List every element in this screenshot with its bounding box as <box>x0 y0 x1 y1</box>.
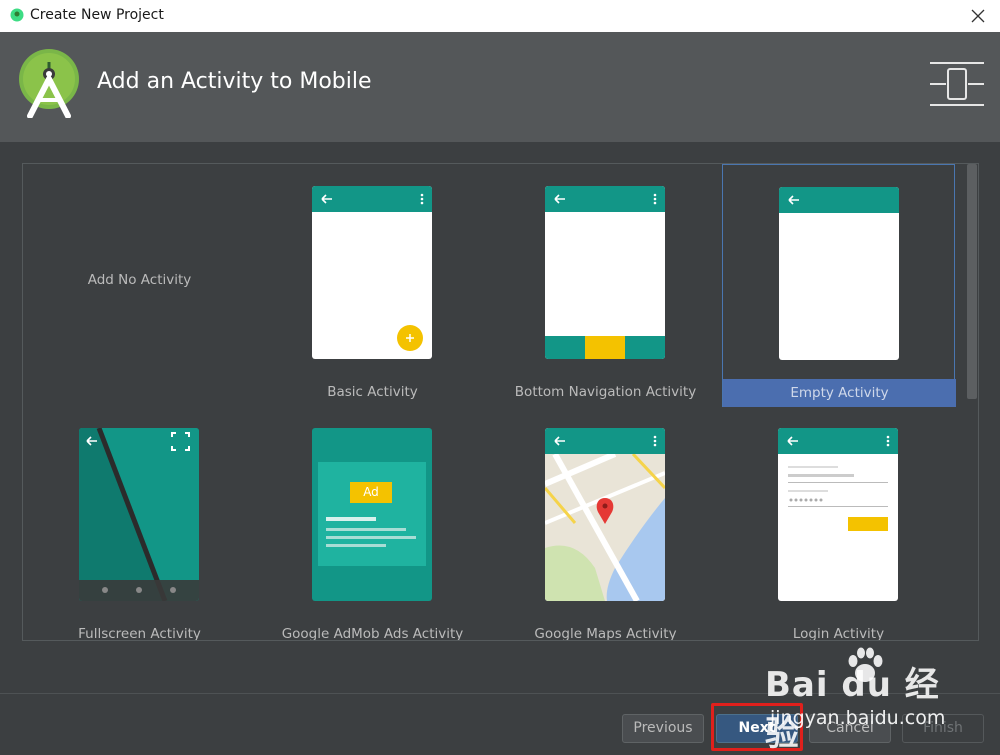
tile-label: Basic Activity <box>327 384 418 400</box>
fullscreen-mock-graphic <box>79 428 199 601</box>
ad-badge: Ad <box>350 482 392 503</box>
app-bar <box>545 186 665 212</box>
footer-divider <box>0 693 1000 694</box>
phone-device-icon <box>930 62 984 106</box>
create-project-dialog: Create New Project Add an Activity to Mo… <box>0 0 1000 755</box>
login-form-graphic <box>788 466 888 531</box>
finish-button[interactable]: Finish <box>902 714 984 743</box>
fab-add-icon <box>397 325 423 351</box>
tile-label: Add No Activity <box>87 272 192 288</box>
cancel-button[interactable]: Cancel <box>809 714 891 743</box>
app-bar <box>312 186 432 212</box>
tile-label: Fullscreen Activity <box>78 626 201 641</box>
next-button[interactable]: Next <box>716 714 798 743</box>
previous-button[interactable]: Previous <box>622 714 704 743</box>
admob-preview: Ad <box>312 428 432 601</box>
tile-fullscreen-activity[interactable]: Fullscreen Activity <box>23 406 256 641</box>
tile-login-activity[interactable]: Login Activity <box>722 406 955 641</box>
tile-label: Bottom Navigation Activity <box>514 384 697 400</box>
tile-label: Empty Activity <box>723 379 956 407</box>
empty-activity-preview <box>779 187 899 360</box>
map-graphic <box>545 428 665 601</box>
tile-empty-activity[interactable]: Empty Activity <box>722 164 956 407</box>
close-icon[interactable] <box>966 4 990 28</box>
tile-label: Google Maps Activity <box>534 626 677 641</box>
app-bar <box>779 187 899 213</box>
bottom-navigation-bar <box>545 336 665 359</box>
window-title: Create New Project <box>30 7 164 23</box>
back-arrow-icon <box>321 193 424 205</box>
back-arrow-icon <box>554 193 657 205</box>
tile-admob-activity[interactable]: Ad Google AdMob Ads Activity <box>256 406 489 641</box>
fullscreen-preview <box>79 428 199 601</box>
ad-card: Ad <box>318 462 426 566</box>
back-arrow-icon <box>788 195 799 205</box>
window-titlebar: Create New Project <box>0 0 1000 32</box>
tile-add-no-activity[interactable]: Add No Activity <box>23 164 256 407</box>
wizard-header: Add an Activity to Mobile <box>0 32 1000 142</box>
paw-icon <box>848 647 883 682</box>
basic-activity-preview <box>312 186 432 359</box>
activity-gallery[interactable]: Add No Activity Basic Activity Bottom Na… <box>22 163 979 641</box>
tile-label: Google AdMob Ads Activity <box>281 626 464 641</box>
login-preview <box>778 428 898 601</box>
maps-preview <box>545 428 665 601</box>
tile-basic-activity[interactable]: Basic Activity <box>256 164 489 407</box>
tile-label: Login Activity <box>792 626 885 641</box>
tile-google-maps-activity[interactable]: Google Maps Activity <box>489 406 722 641</box>
bottom-nav-preview <box>545 186 665 359</box>
tile-bottom-navigation-activity[interactable]: Bottom Navigation Activity <box>489 164 722 407</box>
android-studio-icon <box>10 8 24 22</box>
page-title: Add an Activity to Mobile <box>97 69 372 94</box>
gallery-scrollbar[interactable] <box>967 164 977 399</box>
android-studio-logo <box>19 49 79 118</box>
